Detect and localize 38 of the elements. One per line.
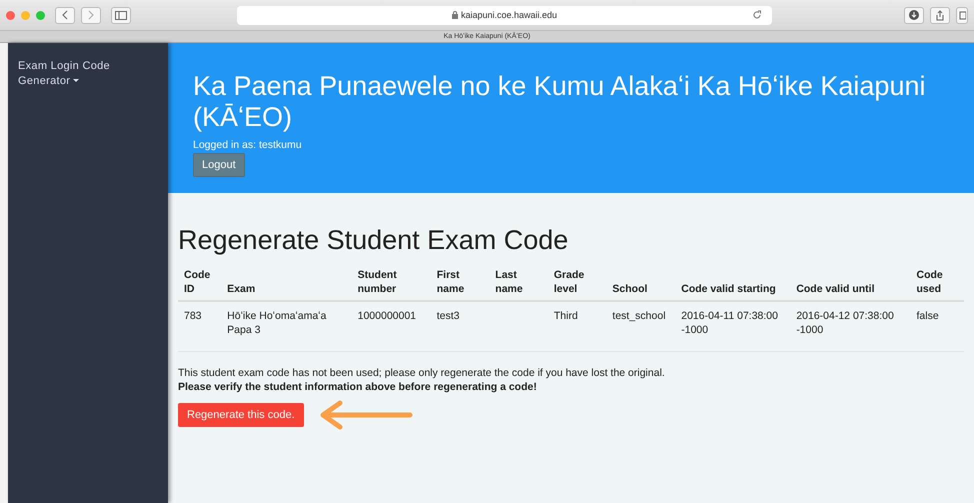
table-cell: test_school — [612, 310, 666, 322]
logout-button[interactable]: Logout — [193, 153, 245, 177]
column-header: School — [606, 264, 676, 301]
download-icon[interactable] — [904, 6, 924, 24]
table-cell: 1000000001 — [358, 310, 416, 322]
logged-in-text: Logged in as: testkumu — [193, 139, 303, 151]
arrow-icon — [318, 400, 414, 430]
address-bar[interactable]: kaiapuni.coe.hawaii.edu — [237, 6, 772, 24]
notice-text: This student exam code has not been used; please only regenerate the code if you have lost the original. — [178, 366, 666, 380]
table-cell: 2016-04-12 07:38:00 -1000 — [796, 310, 894, 336]
column-header: Code ID — [178, 264, 222, 301]
section-heading: Regenerate Student Exam Code — [178, 225, 570, 256]
caret-icon — [73, 79, 80, 84]
table-cell: Third — [554, 310, 578, 322]
table-cell: test3 — [436, 310, 460, 322]
tabs-icon[interactable] — [956, 6, 968, 24]
warning-text: Please verify the student information above before regenerating a code! — [178, 380, 538, 394]
table-cell: Hōʻike Hoʻomaʻamaʻa Papa 3 — [227, 310, 326, 336]
sidebar-icon[interactable] — [111, 6, 131, 24]
lock-icon — [452, 11, 458, 19]
reload-icon[interactable] — [752, 10, 762, 20]
column-header: Grade level — [548, 264, 606, 301]
close-icon[interactable] — [6, 10, 15, 20]
page-title: Ka Paena Punaewele no ke Kumu Alakaʻi Ka Hōʻike Kaiapuni (KĀʻEO) — [193, 71, 926, 133]
share-icon[interactable] — [930, 6, 950, 24]
column-header: Student number — [352, 264, 431, 301]
table-cell: 783 — [184, 310, 202, 322]
column-header: First name — [430, 264, 490, 301]
column-header: Last name — [489, 264, 548, 301]
column-header: Code valid starting — [675, 264, 790, 301]
table-cell: 2016-04-11 07:38:00 -1000 — [681, 310, 778, 336]
column-header: Code valid until — [790, 264, 911, 301]
table-cell: false — [916, 310, 939, 322]
regenerate-button[interactable]: Regenerate this code. — [178, 403, 304, 427]
column-header: Code used — [910, 264, 964, 301]
column-header: Exam — [221, 264, 352, 301]
back-icon[interactable] — [55, 6, 75, 24]
nav-menu-link[interactable]: Exam Login Code Generator — [18, 59, 158, 89]
